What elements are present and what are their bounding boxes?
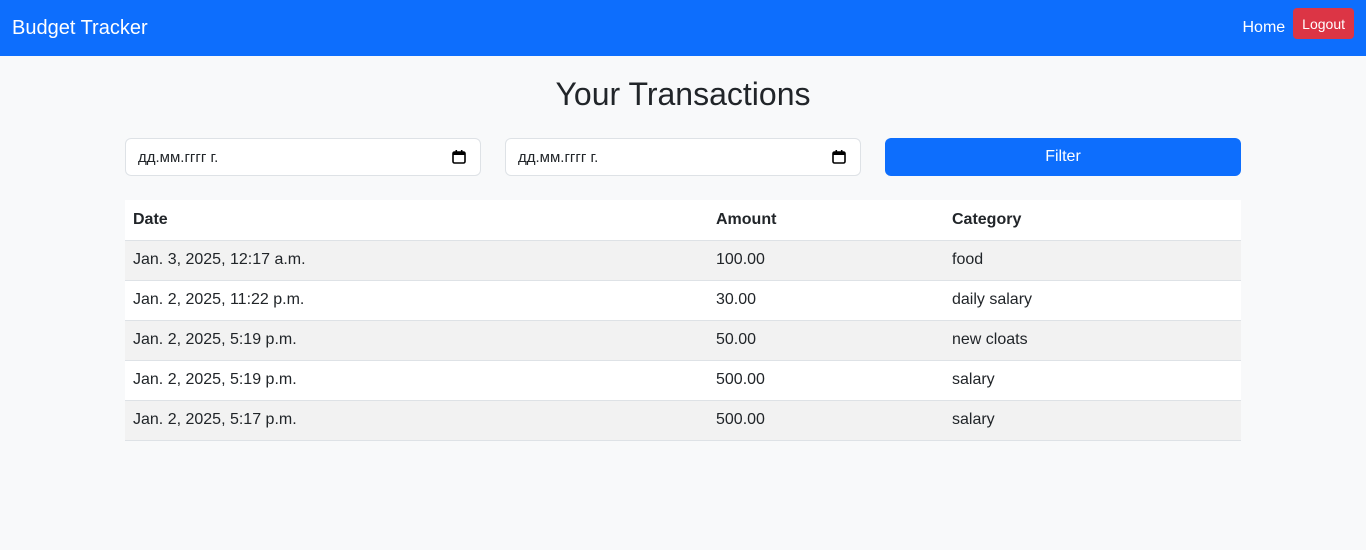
cell-date: Jan. 2, 2025, 11:22 p.m.	[125, 280, 708, 321]
header-category: Category	[944, 200, 1241, 241]
end-date-input[interactable]: дд.мм.гггг г.	[505, 138, 861, 176]
cell-amount: 500.00	[708, 360, 944, 401]
cell-category: salary	[944, 360, 1241, 401]
header-amount: Amount	[708, 200, 944, 241]
cell-category: daily salary	[944, 280, 1241, 321]
cell-amount: 500.00	[708, 400, 944, 441]
calendar-icon[interactable]	[832, 150, 846, 164]
navbar: Budget Tracker Home Logout	[0, 0, 1366, 56]
table-row: Jan. 2, 2025, 5:19 p.m. 50.00 new cloats	[125, 320, 1241, 361]
brand-title[interactable]: Budget Tracker	[12, 15, 148, 41]
table-header-row: Date Amount Category	[125, 200, 1241, 241]
table-row: Jan. 2, 2025, 5:17 p.m. 500.00 salary	[125, 400, 1241, 441]
start-date-input[interactable]: дд.мм.гггг г.	[125, 138, 481, 176]
logout-button[interactable]: Logout	[1293, 8, 1354, 39]
cell-category: food	[944, 240, 1241, 281]
cell-amount: 100.00	[708, 240, 944, 281]
cell-amount: 30.00	[708, 280, 944, 321]
cell-date: Jan. 3, 2025, 12:17 a.m.	[125, 240, 708, 281]
calendar-icon[interactable]	[452, 150, 466, 164]
cell-date: Jan. 2, 2025, 5:17 p.m.	[125, 400, 708, 441]
page-title: Your Transactions	[555, 76, 811, 112]
table-row: Jan. 2, 2025, 5:19 p.m. 500.00 salary	[125, 360, 1241, 401]
table-row: Jan. 3, 2025, 12:17 a.m. 100.00 food	[125, 240, 1241, 281]
cell-category: new cloats	[944, 320, 1241, 361]
header-date: Date	[125, 200, 708, 241]
cell-amount: 50.00	[708, 320, 944, 361]
cell-category: salary	[944, 400, 1241, 441]
filter-button[interactable]: Filter	[885, 138, 1241, 176]
table-row: Jan. 2, 2025, 11:22 p.m. 30.00 daily sal…	[125, 280, 1241, 321]
end-date-value: дд.мм.гггг г.	[518, 149, 599, 166]
start-date-value: дд.мм.гггг г.	[138, 149, 219, 166]
cell-date: Jan. 2, 2025, 5:19 p.m.	[125, 320, 708, 361]
nav-right: Home Logout	[1242, 8, 1354, 39]
transactions-table: Date Amount Category Jan. 3, 2025, 12:17…	[125, 200, 1241, 441]
home-link[interactable]: Home	[1242, 19, 1285, 37]
cell-date: Jan. 2, 2025, 5:19 p.m.	[125, 360, 708, 401]
